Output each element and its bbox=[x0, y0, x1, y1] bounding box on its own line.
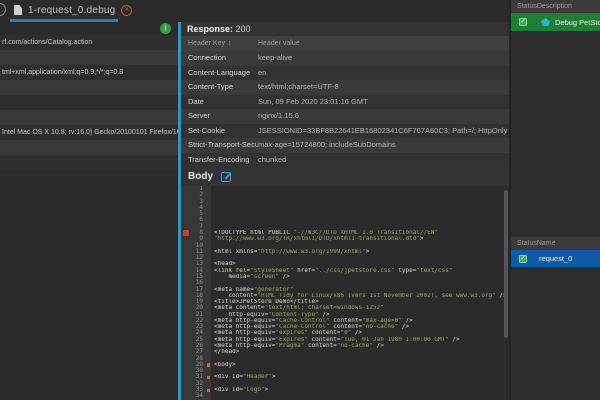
back-circle-icon[interactable] bbox=[0, 3, 6, 16]
header-key: Date bbox=[181, 95, 258, 110]
header-key-column[interactable]: Header Key↑ bbox=[181, 36, 258, 51]
info-icon[interactable]: i bbox=[160, 23, 171, 34]
response-panel: Response: 200 Header Key↑ Header value C… bbox=[178, 22, 509, 400]
request-header-rows: rf.com/actions/Catalog.action tml+xml,ap… bbox=[0, 35, 178, 170]
response-header-row[interactable]: Date Sun, 09 Feb 2020 23:01:16 GMT bbox=[181, 95, 509, 110]
request-header-value: rf.com/actions/Catalog.action bbox=[2, 39, 92, 46]
tab-title: 1-request_0.debug bbox=[28, 5, 115, 16]
scenarios-table-head: Status Description bbox=[511, 0, 600, 13]
request-header-row[interactable]: rf.com/actions/Catalog.action bbox=[0, 35, 178, 50]
editor-scrollbar-thumb[interactable] bbox=[504, 190, 508, 338]
request-header-row[interactable] bbox=[0, 50, 178, 65]
request-header-row[interactable]: tml+xml,application/xml;q=0.9,*/*;q=0.8 bbox=[0, 65, 178, 80]
status-column: Status bbox=[511, 237, 537, 250]
code-text bbox=[211, 393, 509, 399]
status-column: Status bbox=[511, 0, 537, 13]
response-label: Response: bbox=[187, 24, 233, 34]
header-value: keep-alive bbox=[258, 51, 509, 66]
sort-asc-icon: ↑ bbox=[228, 40, 232, 47]
debugger-window: 1-request_0.debug ✕ i rf.com/actions/Cat… bbox=[0, 0, 600, 400]
request-header-row[interactable] bbox=[0, 110, 178, 125]
name-column: Name bbox=[537, 237, 600, 250]
request-header-row[interactable] bbox=[0, 95, 178, 110]
response-body-editor[interactable]: 12345678<!DOCTYPE html PUBLIC "-//W3C//D… bbox=[181, 186, 509, 400]
requests-table-head: Status Name bbox=[511, 237, 600, 250]
response-title: Response: 200 bbox=[181, 22, 509, 36]
header-value: en bbox=[258, 66, 509, 81]
header-key: Set-Cookie bbox=[181, 124, 258, 139]
response-header-row[interactable]: Content-Language en bbox=[181, 66, 509, 81]
header-key: Strict-Transport-Security bbox=[181, 138, 258, 153]
response-headers-table-head: Header Key↑ Header value bbox=[181, 36, 509, 51]
response-header-row[interactable]: Server nginx/1.15.6 bbox=[181, 109, 509, 124]
request-header-value: tml+xml,application/xml;q=0.9,*/*;q=0.8 bbox=[2, 69, 123, 76]
header-key: Content-Language bbox=[181, 66, 258, 81]
header-value: Sun, 09 Feb 2020 23:01:16 GMT bbox=[258, 95, 509, 110]
debug-icon bbox=[541, 18, 550, 26]
scenario-row[interactable]: ✓ Debug PetStoreSimu bbox=[511, 13, 600, 31]
request-header-row[interactable] bbox=[0, 140, 178, 155]
scenario-label: Debug PetStoreSimu bbox=[555, 18, 600, 27]
request-label: request_0 bbox=[539, 254, 572, 263]
checkbox-checked-icon[interactable]: ✓ bbox=[519, 18, 527, 26]
response-status-code: 200 bbox=[236, 24, 251, 34]
tab-bar: 1-request_0.debug ✕ bbox=[0, 0, 508, 22]
response-header-row[interactable]: Transfer-Encoding chunked bbox=[181, 153, 509, 168]
response-header-row[interactable]: Content-Type text/html;charset=UTF-8 bbox=[181, 80, 509, 95]
header-value-column[interactable]: Header value bbox=[258, 36, 509, 51]
body-section-header: Body bbox=[181, 167, 509, 186]
response-headers-table: Connection keep-alive Content-Language e… bbox=[181, 51, 509, 167]
response-header-row[interactable]: Set-Cookie JSESSIONID=33BF8B22641EB16802… bbox=[181, 124, 509, 139]
request-header-row[interactable] bbox=[0, 155, 178, 170]
tab-request-debug[interactable]: 1-request_0.debug ✕ bbox=[10, 0, 136, 20]
results-panel: Status Description ✓ Debug PetStoreSimu … bbox=[511, 0, 600, 400]
request-header-row[interactable]: Intel Mac OS X 10.8; rv:16.0) Gecko/2010… bbox=[0, 125, 178, 140]
header-value: text/html;charset=UTF-8 bbox=[258, 80, 509, 95]
header-key: Connection bbox=[181, 51, 258, 66]
header-value: JSESSIONID=33BF8B22641EB16802341C6F767A6… bbox=[258, 124, 509, 139]
requests-section: Status Name ✓ request_0 bbox=[511, 237, 600, 267]
response-header-row[interactable]: Connection keep-alive bbox=[181, 51, 509, 66]
body-label: Body bbox=[188, 171, 213, 182]
edit-body-icon[interactable] bbox=[221, 172, 231, 182]
request-header-value: Intel Mac OS X 10.8; rv:16.0) Gecko/2010… bbox=[2, 129, 178, 136]
header-value: nginx/1.15.6 bbox=[258, 109, 509, 124]
request-row-selected[interactable]: ✓ request_0 bbox=[511, 250, 600, 267]
header-key: Server bbox=[181, 109, 258, 124]
request-headers-panel: i rf.com/actions/Catalog.action tml+xml,… bbox=[0, 22, 178, 400]
header-key: Content-Type bbox=[181, 80, 258, 95]
code-line[interactable]: 34 bbox=[181, 393, 509, 399]
request-header-row[interactable] bbox=[0, 80, 178, 95]
line-number: 34 bbox=[181, 393, 211, 399]
checkbox-checked-icon[interactable]: ✓ bbox=[519, 255, 527, 263]
close-tab-icon[interactable]: ✕ bbox=[121, 5, 132, 16]
file-icon bbox=[14, 5, 22, 15]
description-column: Description bbox=[537, 0, 600, 13]
header-value: chunked bbox=[258, 153, 509, 168]
header-value: max-age=15724800; includeSubDomains bbox=[258, 138, 509, 153]
header-key: Transfer-Encoding bbox=[181, 153, 258, 168]
response-header-row[interactable]: Strict-Transport-Security max-age=157248… bbox=[181, 138, 509, 153]
